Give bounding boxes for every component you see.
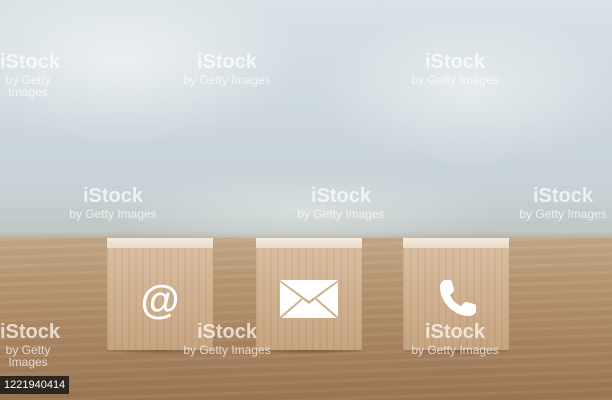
watermark-brand: iStock [532, 185, 594, 207]
watermark-credit: by Getty Images [297, 207, 385, 221]
at-sign-icon: @ [140, 278, 180, 322]
watermark-brand: iStock [310, 185, 372, 207]
watermark: iStock by Getty Images [514, 186, 612, 220]
watermark-credit: by Getty Images [411, 343, 499, 357]
watermark: iStock by Getty Images [400, 322, 510, 356]
watermark: iStock by Getty Images [286, 186, 396, 220]
watermark: iStock by Getty Images [0, 321, 61, 369]
watermark-credit: by Getty Images [183, 343, 271, 357]
photo-scene: @ iStock by Getty Images iStock by Getty… [0, 0, 612, 400]
watermark: iStock by Getty Images [58, 186, 168, 220]
watermark-credit: by Getty Images [5, 343, 51, 369]
watermark: iStock by Getty Images [172, 52, 282, 86]
envelope-icon [278, 278, 340, 320]
watermark-credit: by Getty Images [69, 207, 157, 221]
watermark-brand: iStock [196, 51, 258, 73]
watermark: iStock by Getty Images [172, 322, 282, 356]
watermark-credit: by Getty Images [519, 207, 607, 221]
phone-icon [436, 276, 480, 320]
image-id-badge: 1221940414 [0, 376, 70, 394]
watermark-brand: iStock [424, 321, 486, 343]
watermark-brand: iStock [424, 51, 486, 73]
watermark-brand: iStock [82, 185, 144, 207]
watermark: iStock by Getty Images [400, 52, 510, 86]
watermark-credit: by Getty Images [5, 73, 51, 99]
watermark-brand: iStock [0, 321, 61, 343]
watermark-brand: iStock [0, 51, 61, 73]
watermark: iStock by Getty Images [0, 51, 61, 99]
watermark-credit: by Getty Images [411, 73, 499, 87]
watermark-credit: by Getty Images [183, 73, 271, 87]
watermark-brand: iStock [196, 321, 258, 343]
